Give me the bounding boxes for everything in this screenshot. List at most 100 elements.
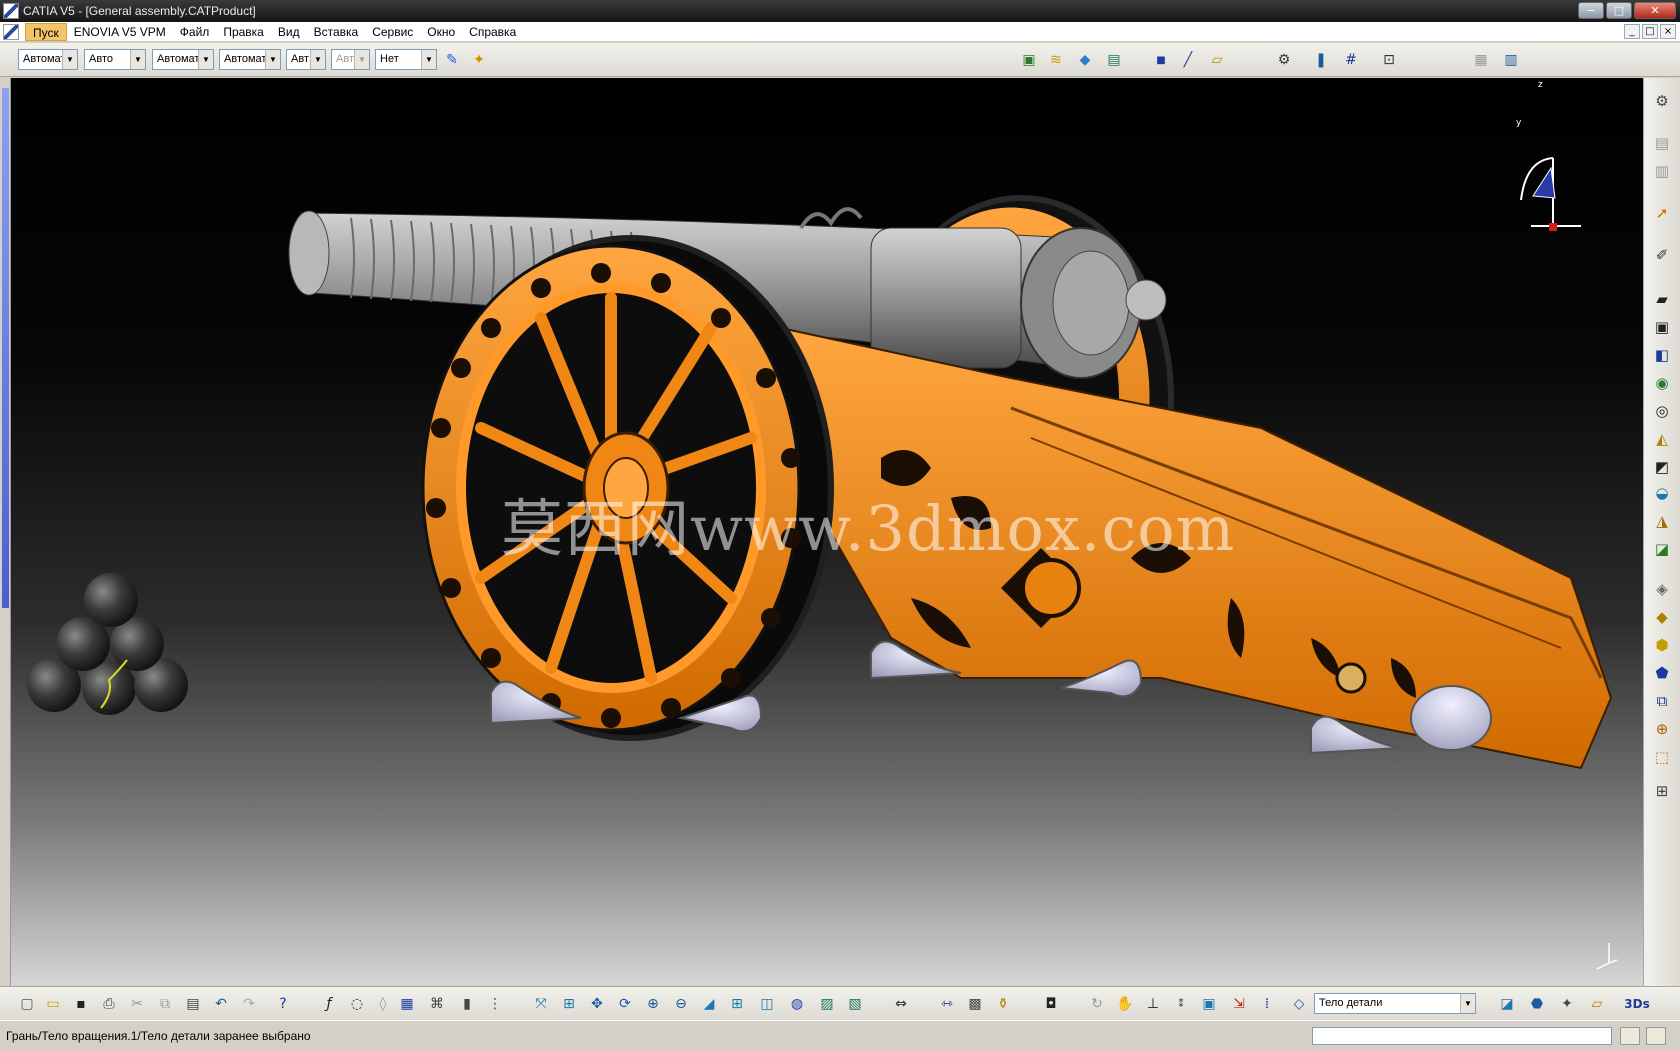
fit-all-icon[interactable]: ⤧ <box>530 993 552 1015</box>
normal-view-icon[interactable]: ⊖ <box>670 993 692 1015</box>
part-body-icon[interactable]: ▣ <box>1018 49 1040 71</box>
undo-icon[interactable]: ↶ <box>210 993 232 1015</box>
close-button[interactable]: ✕ <box>1634 2 1676 19</box>
inertia-icon[interactable]: ▩ <box>964 993 986 1015</box>
settings-icon[interactable]: ⚙ <box>1651 90 1673 112</box>
hole-icon[interactable]: ◎ <box>1651 400 1673 422</box>
menu-window[interactable]: Окно <box>420 23 462 41</box>
catalog-icon[interactable]: ⬣ <box>1526 993 1548 1015</box>
camera-icon[interactable]: ⚱ <box>992 993 1014 1015</box>
thickness-icon[interactable]: ◆ <box>1651 606 1673 628</box>
rib-icon[interactable]: ◭ <box>1651 428 1673 450</box>
slot-icon[interactable]: ◩ <box>1651 456 1673 478</box>
minimize-button[interactable]: − <box>1578 2 1604 19</box>
menu-help[interactable]: Справка <box>462 23 523 41</box>
doc-restore-button[interactable]: □ <box>1642 24 1658 39</box>
coordinates-icon[interactable]: ⊥ <box>1142 993 1164 1015</box>
grid-icon[interactable]: # <box>1340 49 1362 71</box>
rotate-icon[interactable]: ✥ <box>586 993 608 1015</box>
tree-icon[interactable]: ⌘ <box>426 993 448 1015</box>
menu-view[interactable]: Вид <box>271 23 307 41</box>
axis-icon[interactable]: ✋ <box>1114 993 1136 1015</box>
edit-icon[interactable]: ⁞ <box>1256 993 1278 1015</box>
copy-icon[interactable]: ⧉ <box>154 993 176 1015</box>
maximize-button[interactable]: □ <box>1606 2 1632 19</box>
pan-icon[interactable]: ⊞ <box>558 993 580 1015</box>
iso-view-icon[interactable]: ⊞ <box>726 993 748 1015</box>
table-icon[interactable]: ▦ <box>396 993 418 1015</box>
save-icon[interactable]: ▪ <box>70 993 92 1015</box>
copy-icon[interactable]: ▤ <box>1651 132 1673 154</box>
point-icon[interactable]: ■ <box>1150 49 1172 71</box>
translate-icon[interactable]: ⧉ <box>1651 690 1673 712</box>
zoom-in-icon[interactable]: ⟳ <box>614 993 636 1015</box>
graphic-properties-icon[interactable]: ✦ <box>468 49 490 71</box>
tree-scrollbar[interactable] <box>2 88 9 608</box>
paste-icon[interactable]: ▤ <box>182 993 204 1015</box>
eraser-icon[interactable]: ◆ <box>1074 49 1096 71</box>
lock-icon[interactable]: ▮ <box>456 993 478 1015</box>
sketch-icon[interactable]: ❚ <box>1310 49 1332 71</box>
formula-icon[interactable]: ƒ <box>318 993 340 1015</box>
axis-system-icon[interactable]: ⊞ <box>1651 780 1673 802</box>
document-icon[interactable] <box>3 23 19 40</box>
capture-icon[interactable]: ▧ <box>844 993 866 1015</box>
body-select-combo[interactable]: Тело детали ▼ <box>1314 993 1476 1014</box>
redo-icon[interactable]: ↷ <box>238 993 260 1015</box>
remove-face-icon[interactable]: ⬟ <box>1651 662 1673 684</box>
status-button-1[interactable] <box>1620 1027 1640 1045</box>
line-type-combo[interactable]: Автомат ▼ <box>219 49 281 70</box>
draft-icon[interactable]: ◪ <box>1651 538 1673 560</box>
boolean-icon[interactable]: ⬚ <box>1651 746 1673 768</box>
catia-app-icon[interactable] <box>3 3 19 19</box>
sketcher-icon[interactable]: ✐ <box>1651 244 1673 266</box>
surface-icon[interactable]: ≋ <box>1045 49 1067 71</box>
measure-between-icon[interactable]: ⇔ <box>890 993 912 1015</box>
chamfer-icon[interactable]: ◮ <box>1651 510 1673 532</box>
cut-icon[interactable]: ✂ <box>126 993 148 1015</box>
groove-icon[interactable]: ◉ <box>1651 372 1673 394</box>
filter-icon[interactable]: ▣ <box>1198 993 1220 1015</box>
select-icon[interactable]: ➚ <box>1651 202 1673 224</box>
menu-enovia[interactable]: ENOVIA V5 VPM <box>67 23 173 41</box>
measure-icon[interactable]: ⚙ <box>1273 49 1295 71</box>
color-combo[interactable]: Автомат ▼ <box>18 49 78 70</box>
pad-icon[interactable]: ▰ <box>1651 288 1673 310</box>
shaft-icon[interactable]: ◧ <box>1651 344 1673 366</box>
line-thickness-combo[interactable]: Автомат ▼ <box>152 49 214 70</box>
layer-combo[interactable]: Нет ▼ <box>375 49 437 70</box>
3d-viewport[interactable]: 莫西网www.3dmox.com z y <box>11 78 1643 986</box>
measure-item-icon[interactable]: ⇿ <box>936 993 958 1015</box>
settings-icon[interactable]: ✦ <box>1556 993 1578 1015</box>
line-icon[interactable]: ╱ <box>1177 49 1199 71</box>
knowledge-icon[interactable]: ◇ <box>1288 993 1310 1015</box>
menu-tools[interactable]: Сервис <box>365 23 420 41</box>
paste-icon[interactable]: ▥ <box>1651 160 1673 182</box>
whats-this-icon[interactable]: ? <box>272 993 294 1015</box>
catalog-icon[interactable]: ▤ <box>1103 49 1125 71</box>
mirror-icon[interactable]: ⊕ <box>1651 718 1673 740</box>
doc-minimize-button[interactable]: _ <box>1624 24 1640 39</box>
compass-icon[interactable] <box>1520 157 1581 231</box>
menu-start[interactable]: Пуск <box>25 22 67 41</box>
menu-insert[interactable]: Вставка <box>307 23 366 41</box>
point-type-combo[interactable]: Авт ▼ <box>286 49 326 70</box>
swap-icon[interactable]: ▨ <box>816 993 838 1015</box>
layer-icon[interactable]: ⁑ <box>1170 993 1192 1015</box>
hide-show-icon[interactable]: ◍ <box>786 993 808 1015</box>
left-scroll-strip[interactable] <box>0 78 11 986</box>
open-icon[interactable]: ▭ <box>42 993 64 1015</box>
check-icon[interactable]: ◪ <box>1496 993 1518 1015</box>
refresh-icon[interactable]: ◘ <box>1040 993 1062 1015</box>
book-icon[interactable]: ▱ <box>1586 993 1608 1015</box>
select-body-icon[interactable]: ⇲ <box>1228 993 1250 1015</box>
fillet-icon[interactable]: ◒ <box>1651 482 1673 504</box>
new-icon[interactable]: ▢ <box>16 993 38 1015</box>
command-input[interactable] <box>1312 1027 1612 1045</box>
shading-icon[interactable]: ◫ <box>756 993 778 1015</box>
shell-icon[interactable]: ◈ <box>1651 578 1673 600</box>
update-icon[interactable]: ◊ <box>372 993 394 1015</box>
menu-edit[interactable]: Правка <box>216 23 271 41</box>
pocket-icon[interactable]: ▣ <box>1651 316 1673 338</box>
zoom-out-icon[interactable]: ⊕ <box>642 993 664 1015</box>
